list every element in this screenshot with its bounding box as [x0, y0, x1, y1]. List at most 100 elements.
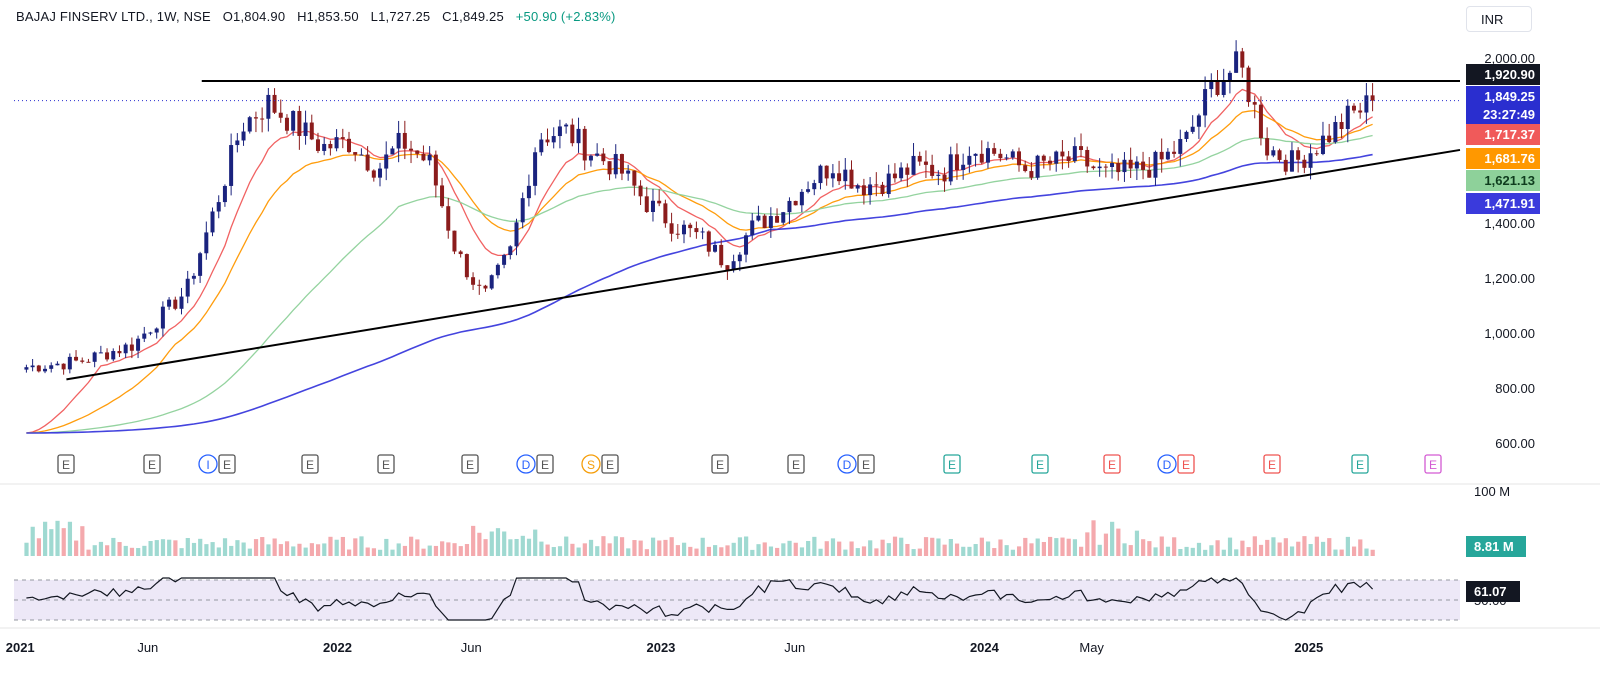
candle-body — [1289, 150, 1294, 172]
volume-bar — [681, 542, 687, 556]
volume-bar — [1345, 536, 1350, 556]
event-marker[interactable]: E — [1031, 454, 1049, 474]
volume-bar — [1054, 538, 1059, 556]
event-marker-label: E — [148, 458, 156, 472]
event-marker-label: E — [792, 458, 800, 472]
candle-body — [160, 306, 165, 329]
x-tick-label: Jun — [461, 640, 482, 655]
event-marker[interactable]: E — [787, 454, 805, 474]
candle-body — [55, 363, 60, 366]
candle-body — [483, 285, 488, 289]
candle-body — [520, 198, 525, 223]
volume-bar — [1333, 549, 1338, 556]
candle-body — [1066, 156, 1071, 162]
volume-bar — [86, 549, 91, 556]
candle-body — [1004, 157, 1009, 159]
candle-body — [24, 367, 29, 370]
event-marker[interactable]: DE — [516, 454, 554, 474]
volume-bar — [477, 532, 482, 556]
volume-bar — [1085, 532, 1090, 556]
candle-body — [564, 124, 569, 127]
event-marker[interactable]: E — [943, 454, 961, 474]
candlestick-chart[interactable]: 2,000.00 1,400.00 1,200.00 1,000.00 800.00 60… — [0, 0, 1600, 684]
event-marker[interactable]: E — [711, 454, 729, 474]
candle-body — [1122, 159, 1127, 173]
candle-body — [1345, 105, 1350, 130]
volume-bar — [923, 537, 929, 556]
event-marker[interactable]: DE — [1157, 454, 1195, 474]
volume-bar — [973, 544, 978, 556]
volume-bar — [886, 543, 891, 556]
candle-body — [1339, 122, 1344, 130]
candle-body — [390, 148, 395, 155]
candle-body — [582, 128, 587, 161]
candle-body — [446, 206, 451, 231]
volume-bar — [384, 538, 389, 556]
candle-body — [334, 137, 339, 149]
event-marker[interactable]: E — [1351, 454, 1369, 474]
price-axis-label: 23:27:49 — [1483, 107, 1535, 122]
candle-body — [1364, 95, 1369, 113]
candle-body — [837, 173, 842, 182]
event-marker[interactable]: E — [377, 454, 395, 474]
volume-bar — [1178, 549, 1183, 556]
volume-bar — [1246, 547, 1251, 556]
candle-body — [1320, 135, 1325, 155]
candle-body — [123, 344, 128, 354]
event-marker[interactable]: E — [1103, 454, 1121, 474]
event-marker[interactable]: IE — [198, 454, 236, 474]
candle-body — [1060, 151, 1065, 157]
candle-body — [303, 122, 308, 136]
volume-bar — [1041, 541, 1047, 556]
price-axis-label: 1,849.25 — [1484, 89, 1535, 104]
volume-bar — [948, 538, 953, 556]
event-marker[interactable]: E — [301, 454, 319, 474]
volume-bar — [167, 539, 172, 556]
volume-bar — [713, 545, 718, 556]
candle-body — [619, 154, 624, 174]
candle-body — [799, 191, 804, 206]
price-axis-label: 1,471.91 — [1484, 196, 1535, 211]
volume-bar — [61, 528, 66, 556]
candle-body — [297, 110, 302, 136]
volume-scale-label: 100 M — [1474, 484, 1510, 499]
candle-body — [1141, 161, 1146, 170]
volume-bar — [154, 540, 159, 556]
event-marker[interactable]: SE — [581, 454, 619, 474]
event-marker-label: E — [948, 458, 956, 472]
event-marker[interactable]: E — [57, 454, 75, 474]
volume-bar — [775, 547, 780, 556]
event-marker[interactable]: E — [461, 454, 479, 474]
volume-bar — [818, 548, 823, 556]
candle-body — [402, 132, 407, 149]
event-marker[interactable]: E — [143, 454, 161, 474]
event-marker-label: E — [1429, 458, 1437, 472]
volume-bar — [545, 544, 550, 556]
candle-body — [595, 153, 600, 156]
candle-body — [378, 168, 383, 178]
moving-average-line — [26, 134, 1373, 434]
candle-body — [719, 244, 724, 266]
volume-bar — [284, 541, 290, 556]
volume-bar — [446, 542, 451, 556]
event-marker[interactable]: E — [1424, 454, 1442, 474]
volume-bar — [334, 539, 339, 556]
volume-bar — [905, 543, 910, 556]
candle-body — [384, 154, 389, 169]
candle-body — [526, 185, 531, 199]
x-tick-label: 2025 — [1294, 640, 1323, 655]
candle-body — [359, 154, 364, 156]
event-marker[interactable]: E — [1263, 454, 1281, 474]
candle-body — [967, 155, 972, 165]
candle-body — [892, 173, 897, 179]
event-marker-label: E — [1036, 458, 1044, 472]
volume-bar — [1172, 537, 1177, 556]
volume-bar — [353, 538, 358, 556]
volume-bar — [1165, 546, 1171, 556]
candle-body — [1116, 163, 1121, 173]
x-tick-label: 2021 — [6, 640, 35, 655]
volume-bar — [55, 520, 60, 556]
event-marker-label: E — [716, 458, 724, 472]
candle-body — [1048, 160, 1053, 164]
event-marker[interactable]: DE — [837, 454, 875, 474]
